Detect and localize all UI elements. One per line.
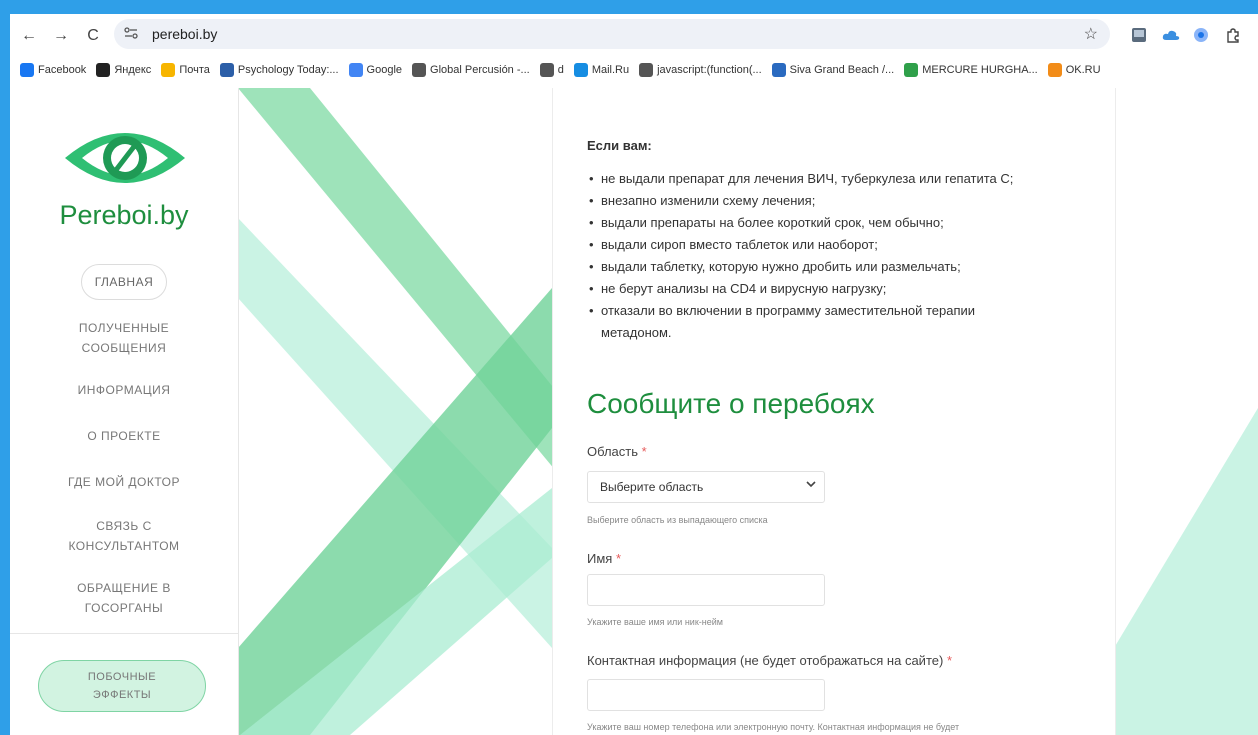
cloud-icon[interactable] xyxy=(1160,24,1182,46)
bookmark-item[interactable]: d xyxy=(539,63,564,77)
main-menu: ГЛАВНАЯ ПОЛУЧЕННЫЕ СООБЩЕНИЯ ИНФОРМАЦИЯ … xyxy=(10,264,238,618)
menu-item-information[interactable]: ИНФОРМАЦИЯ xyxy=(10,380,238,400)
region-label: Область * xyxy=(587,444,647,459)
main-content: Если вам: не выдали препарат для лечения… xyxy=(552,88,1116,735)
brand-name[interactable]: Pereboi.by xyxy=(10,200,238,231)
pt-icon xyxy=(219,63,234,77)
menu-item-where-doctor[interactable]: ГДЕ МОЙ ДОКТОР xyxy=(10,472,238,492)
contact-input[interactable] xyxy=(587,679,825,711)
bookmark-item[interactable]: MERCURE HURGHA... xyxy=(904,63,1038,77)
ok-icon xyxy=(1047,63,1062,77)
bookmark-label: Psychology Today:... xyxy=(237,64,339,76)
forward-arrow-icon: → xyxy=(53,27,69,44)
side-effects-button[interactable]: ПОБОЧНЫЕ ЭФФЕКТЫ xyxy=(38,660,206,712)
bookmark-label: Mail.Ru xyxy=(591,64,630,76)
list-item: не берут анализы на CD4 и вирусную нагру… xyxy=(587,278,1087,300)
reload-button[interactable]: C xyxy=(80,23,106,49)
bookmark-label: OK.RU xyxy=(1065,64,1101,76)
hotel-icon xyxy=(771,63,786,77)
bookmark-item[interactable]: Mail.Ru xyxy=(573,63,630,77)
browser-window: ← → C pereboi.by ☆ Facebook Яндекс Почта Ps… xyxy=(10,14,1258,735)
chevron-down-icon xyxy=(806,480,816,491)
menu-item-about[interactable]: О ПРОЕКТЕ xyxy=(10,426,238,446)
browser-toolbar: ← → C pereboi.by ☆ xyxy=(10,14,1258,58)
bookmark-label: Facebook xyxy=(38,64,87,76)
contact-label-text: Контактная информация (не будет отобража… xyxy=(587,653,944,668)
intro-heading: Если вам: xyxy=(587,138,652,153)
bookmark-label: Google xyxy=(366,64,403,76)
globe-icon xyxy=(639,63,654,77)
bookmark-item[interactable]: Facebook xyxy=(20,63,86,77)
region-hint: Выберите область из выпадающего списка xyxy=(587,515,768,525)
form-title: Сообщите о перебоях xyxy=(587,388,875,419)
facebook-icon xyxy=(20,63,34,77)
site-settings-icon[interactable] xyxy=(124,26,144,42)
url-text: pereboi.by xyxy=(152,26,218,42)
menu-item-gov-appeal[interactable]: ОБРАЩЕНИЕ В ГОСОРГАНЫ xyxy=(64,578,184,618)
bookmark-item[interactable]: javascript:(function(... xyxy=(639,63,762,77)
list-item: внезапно изменили схему лечения; xyxy=(587,190,1087,212)
bookmark-label: Яндекс xyxy=(114,64,152,76)
bookmark-label: d xyxy=(557,64,564,76)
bookmark-label: Siva Grand Beach /... xyxy=(789,64,895,76)
issues-list: не выдали препарат для лечения ВИЧ, тубе… xyxy=(587,168,1087,344)
bookmark-item[interactable]: Почта xyxy=(161,63,210,77)
contact-hint: Укажите ваш номер телефона или электронн… xyxy=(587,722,960,732)
menu-item-home[interactable]: ГЛАВНАЯ xyxy=(81,264,167,300)
bookmarks-bar: Facebook Яндекс Почта Psychology Today:... G… xyxy=(10,58,1258,82)
mail-icon xyxy=(161,63,176,77)
region-label-text: Область xyxy=(587,444,639,459)
bookmark-item[interactable]: Psychology Today:... xyxy=(219,63,339,77)
logo-eye-icon[interactable] xyxy=(60,118,190,203)
name-input[interactable] xyxy=(587,574,825,606)
bookmark-star-icon[interactable]: ☆ xyxy=(1084,24,1098,44)
address-bar[interactable]: pereboi.by ☆ xyxy=(114,19,1110,49)
bookmark-label: Global Percusión -... xyxy=(430,64,530,76)
bookmark-item[interactable]: Яндекс xyxy=(96,63,151,77)
forward-button[interactable]: → xyxy=(48,23,74,49)
required-mark: * xyxy=(946,653,952,668)
region-select[interactable]: Выберите область xyxy=(587,471,825,503)
google-icon xyxy=(348,63,363,77)
reload-icon: C xyxy=(87,27,99,44)
globe-icon xyxy=(539,63,554,77)
required-mark: * xyxy=(615,551,622,566)
bookmark-label: Почта xyxy=(179,64,210,76)
sidebar: Pereboi.by ГЛАВНАЯ ПОЛУЧЕННЫЕ СООБЩЕНИЯ … xyxy=(10,88,239,735)
yandex-icon xyxy=(96,63,111,77)
bookmark-label: javascript:(function(... xyxy=(657,64,762,76)
bookmark-item[interactable]: Google xyxy=(348,63,403,77)
name-label: Имя * xyxy=(587,551,621,566)
back-button[interactable]: ← xyxy=(16,23,42,49)
extension-circle-icon[interactable] xyxy=(1190,24,1212,46)
globe-icon xyxy=(412,63,427,77)
web-page: Pereboi.by ГЛАВНАЯ ПОЛУЧЕННЫЕ СООБЩЕНИЯ … xyxy=(10,88,1258,735)
list-item: отказали во включении в программу замест… xyxy=(587,300,1021,344)
menu-item-received-messages[interactable]: ПОЛУЧЕННЫЕ СООБЩЕНИЯ xyxy=(64,318,184,358)
list-item: выдали сироп вместо таблеток или наоборо… xyxy=(587,234,1087,256)
contact-label: Контактная информация (не будет отобража… xyxy=(587,653,952,668)
region-select-value: Выберите область xyxy=(600,480,704,494)
bookmark-item[interactable]: OK.RU xyxy=(1047,63,1101,77)
sidebar-divider xyxy=(10,633,238,634)
list-item: выдали таблетку, которую нужно дробить и… xyxy=(587,256,1087,278)
name-label-text: Имя xyxy=(587,551,613,566)
bookmark-item[interactable]: Global Percusión -... xyxy=(412,63,530,77)
list-item: не выдали препарат для лечения ВИЧ, тубе… xyxy=(587,168,1087,190)
bookmark-label: MERCURE HURGHA... xyxy=(922,64,1038,76)
extensions-puzzle-icon[interactable] xyxy=(1222,24,1244,46)
side-effects-label: ПОБОЧНЫЕ ЭФФЕКТЫ xyxy=(87,671,157,701)
name-hint: Укажите ваше имя или ник-нейм xyxy=(587,617,723,627)
menu-item-consultant[interactable]: СВЯЗЬ С КОНСУЛЬТАНТОМ xyxy=(59,516,189,556)
back-arrow-icon: ← xyxy=(21,27,37,44)
mailru-icon xyxy=(573,63,588,77)
list-item: выдали препараты на более короткий срок,… xyxy=(587,212,1087,234)
mercure-icon xyxy=(904,63,919,77)
extension-image-icon[interactable] xyxy=(1128,24,1150,46)
required-mark: * xyxy=(641,444,647,459)
bookmark-item[interactable]: Siva Grand Beach /... xyxy=(771,63,895,77)
